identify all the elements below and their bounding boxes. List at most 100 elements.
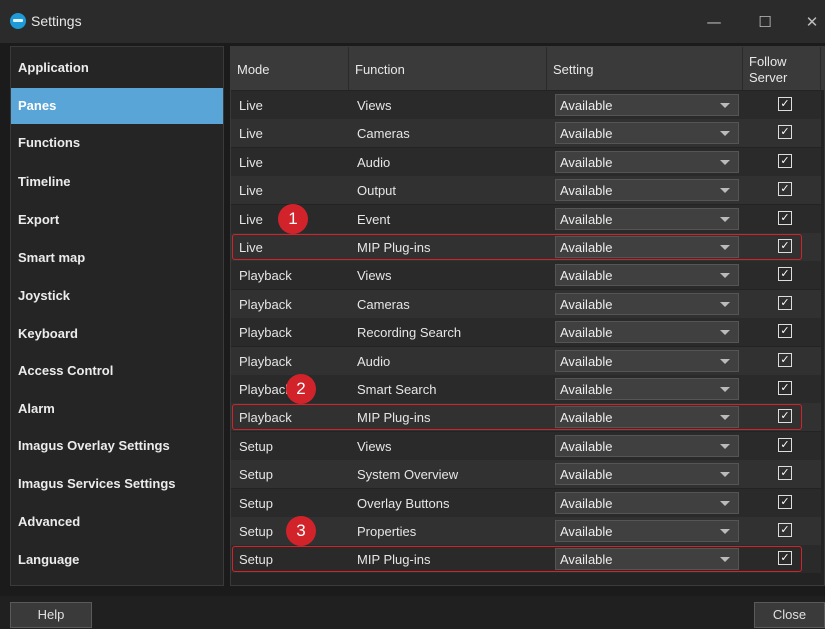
setting-dropdown[interactable]: Available — [555, 378, 739, 400]
sidebar-item-application[interactable]: Application — [11, 50, 223, 86]
sidebar-item-functions[interactable]: Functions — [11, 125, 223, 161]
follow-server-checkbox[interactable]: ✓ — [778, 409, 792, 424]
table-row[interactable]: Live Event Available ✓ — [231, 204, 821, 233]
setting-dropdown[interactable]: Available — [555, 150, 739, 173]
sidebar-item-smart-map[interactable]: Smart map — [11, 240, 223, 276]
setting-dropdown[interactable]: Available — [555, 520, 739, 542]
table-row[interactable]: Setup System Overview Available ✓ — [231, 460, 821, 489]
table-row[interactable]: Playback Smart Search Available ✓ — [231, 375, 821, 403]
follow-server-checkbox[interactable]: ✓ — [778, 381, 792, 395]
follow-server-checkbox[interactable]: ✓ — [778, 494, 792, 509]
table-row[interactable]: Playback Audio Available ✓ — [231, 346, 821, 375]
chevron-down-icon — [720, 472, 730, 478]
setting-value: Available — [560, 353, 613, 369]
table-row[interactable]: Setup Overlay Buttons Available ✓ — [231, 488, 821, 517]
setting-dropdown[interactable]: Available — [555, 236, 739, 258]
column-header-function[interactable]: Function — [349, 47, 547, 90]
setting-dropdown[interactable]: Available — [555, 179, 739, 202]
sidebar-item-imagus-services-settings[interactable]: Imagus Services Settings — [11, 466, 223, 502]
setting-dropdown[interactable]: Available — [555, 94, 739, 116]
follow-server-checkbox[interactable]: ✓ — [778, 267, 792, 282]
follow-server-checkbox[interactable]: ✓ — [778, 523, 792, 537]
setting-value: Available — [560, 211, 613, 227]
table-row[interactable]: Playback Cameras Available ✓ — [231, 289, 821, 318]
follow-server-checkbox[interactable]: ✓ — [778, 295, 792, 310]
setting-dropdown[interactable]: Available — [555, 349, 739, 372]
chevron-down-icon — [720, 529, 730, 534]
table-header: Mode Function Setting Follow Server — [231, 47, 824, 90]
column-header-setting[interactable]: Setting — [547, 47, 743, 90]
setting-dropdown[interactable]: Available — [555, 434, 739, 457]
help-button[interactable]: Help — [10, 602, 92, 628]
app-icon — [10, 13, 26, 29]
setting-dropdown[interactable]: Available — [555, 406, 739, 429]
follow-server-checkbox[interactable]: ✓ — [778, 153, 792, 168]
follow-server-checkbox[interactable]: ✓ — [778, 182, 792, 197]
function-cell: Views — [357, 438, 392, 454]
sidebar-item-keyboard[interactable]: Keyboard — [11, 316, 223, 352]
table-row[interactable]: Live Views Available ✓ — [231, 91, 821, 119]
setting-value: Available — [560, 154, 613, 170]
sidebar-item-alarm[interactable]: Alarm — [11, 391, 223, 427]
follow-server-checkbox[interactable]: ✓ — [778, 210, 792, 225]
setting-value: Available — [560, 410, 613, 426]
sidebar-item-imagus-overlay-settings[interactable]: Imagus Overlay Settings — [11, 428, 223, 464]
setting-dropdown[interactable]: Available — [555, 292, 739, 315]
setting-dropdown[interactable]: Available — [555, 491, 739, 514]
setting-dropdown[interactable]: Available — [555, 122, 739, 145]
sidebar-item-language[interactable]: Language — [11, 542, 223, 578]
close-window-button[interactable]: ✕ — [790, 8, 825, 36]
setting-value: Available — [560, 268, 613, 284]
sidebar-item-joystick[interactable]: Joystick — [11, 278, 223, 314]
function-cell: Cameras — [357, 126, 410, 142]
mode-cell: Playback — [239, 410, 292, 426]
setting-value: Available — [560, 126, 613, 142]
mode-cell: Live — [239, 211, 263, 227]
setting-dropdown[interactable]: Available — [555, 207, 739, 230]
setting-value: Available — [560, 296, 613, 312]
table-row[interactable]: Playback Recording Search Available ✓ — [231, 318, 821, 347]
table-row[interactable]: Playback MIP Plug-ins Available ✓ — [231, 403, 821, 432]
follow-server-checkbox[interactable]: ✓ — [778, 125, 792, 140]
follow-server-checkbox[interactable]: ✓ — [778, 97, 792, 111]
follow-server-checkbox[interactable]: ✓ — [778, 239, 792, 253]
setting-dropdown[interactable]: Available — [555, 321, 739, 344]
close-button[interactable]: Close — [754, 602, 825, 628]
column-header-mode-label: Mode — [237, 62, 270, 77]
column-header-mode[interactable]: Mode — [231, 47, 349, 90]
sidebar-item-timeline[interactable]: Timeline — [11, 164, 223, 200]
follow-server-checkbox[interactable]: ✓ — [778, 324, 792, 339]
follow-label-line1: Follow — [749, 54, 787, 69]
follow-server-checkbox[interactable]: ✓ — [778, 352, 792, 367]
setting-dropdown[interactable]: Available — [555, 264, 739, 287]
table-row[interactable]: Live Cameras Available ✓ — [231, 119, 821, 148]
chevron-down-icon — [720, 557, 730, 563]
sidebar-item-export[interactable]: Export — [11, 202, 223, 238]
table-row[interactable]: Setup MIP Plug-ins Available ✓ — [231, 545, 821, 574]
sidebar-item-panes[interactable]: Panes — [11, 88, 223, 124]
setting-dropdown[interactable]: Available — [555, 548, 739, 571]
table-row[interactable]: Live MIP Plug-ins Available ✓ — [231, 233, 821, 261]
maximize-button[interactable]: ☐ — [743, 8, 787, 36]
table-row[interactable]: Playback Views Available ✓ — [231, 261, 821, 290]
follow-server-checkbox[interactable]: ✓ — [778, 466, 792, 481]
footer-bar: Help Close — [0, 596, 825, 629]
mode-cell: Setup — [239, 467, 273, 483]
follow-server-checkbox[interactable]: ✓ — [778, 551, 792, 566]
chevron-down-icon — [720, 131, 730, 137]
column-header-function-label: Function — [355, 62, 405, 77]
follow-server-checkbox[interactable]: ✓ — [778, 437, 792, 452]
setting-dropdown[interactable]: Available — [555, 463, 739, 486]
table-row[interactable]: Live Output Available ✓ — [231, 176, 821, 205]
function-cell: Event — [357, 211, 391, 227]
setting-value: Available — [560, 325, 613, 341]
table-row[interactable]: Setup Properties Available ✓ — [231, 517, 821, 545]
sidebar-item-access-control[interactable]: Access Control — [11, 353, 223, 389]
column-header-follow-server[interactable]: Follow Server — [743, 47, 821, 90]
table-row[interactable]: Live Audio Available ✓ — [231, 147, 821, 176]
mode-cell: Playback — [239, 325, 292, 341]
sidebar-item-advanced[interactable]: Advanced — [11, 504, 223, 540]
table-row[interactable]: Setup Views Available ✓ — [231, 431, 821, 460]
title-bar: Settings — ☐ ✕ — [0, 0, 825, 43]
minimize-button[interactable]: — — [692, 8, 736, 36]
